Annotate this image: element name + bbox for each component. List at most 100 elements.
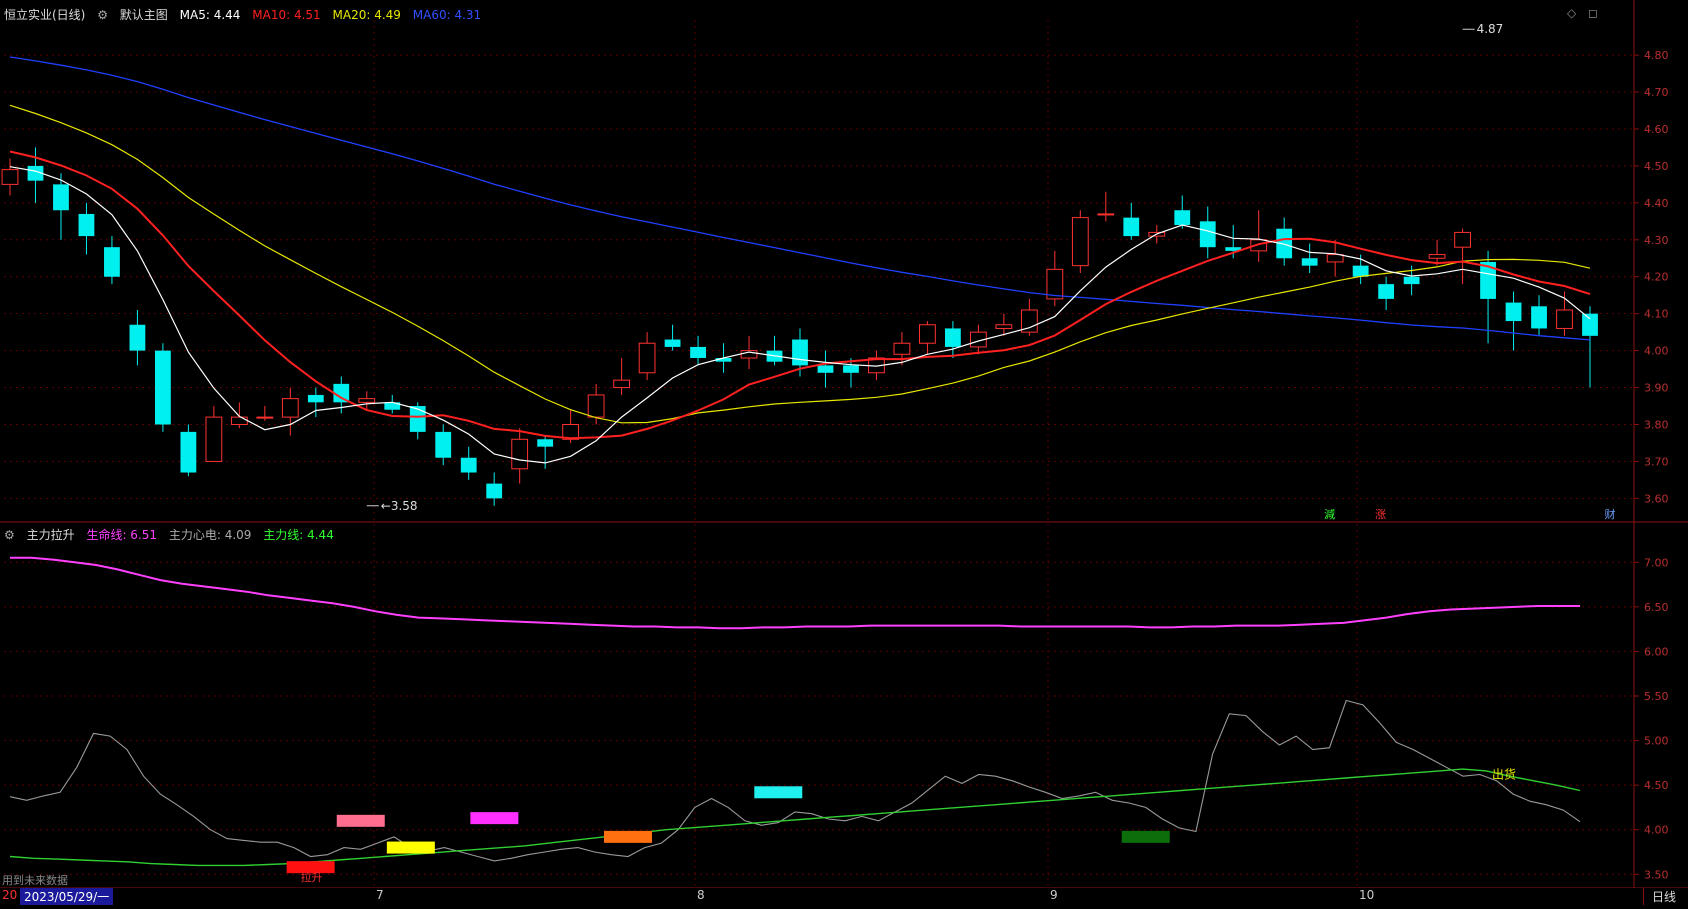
candle-body-down — [409, 406, 426, 432]
event-marker: 減 — [1324, 507, 1335, 521]
sub-tick-label: 4.00 — [1644, 824, 1669, 837]
signal-bar — [386, 841, 435, 854]
month-label-9: 9 — [1050, 888, 1058, 902]
candle-body-up — [205, 416, 223, 462]
candle-body-down — [945, 328, 961, 347]
candle-body-down — [307, 394, 324, 403]
candle-body-up — [1454, 231, 1471, 248]
signal-bar — [754, 786, 803, 799]
diamond-icon[interactable]: ◇ — [1567, 6, 1576, 20]
candle-body-down — [180, 431, 197, 473]
main-chart-label[interactable]: 默认主图 — [120, 8, 168, 22]
candle-body-up — [256, 416, 274, 419]
candle-body-down — [1378, 284, 1395, 299]
ma60-line — [9, 56, 1591, 341]
price-tick-label: 3.70 — [1644, 455, 1669, 468]
heartbeat-value: 主力心电: 4.09 — [168, 528, 252, 542]
month-label-8: 8 — [697, 888, 705, 902]
price-tick-label: 4.70 — [1644, 86, 1669, 99]
candle-body-down — [460, 457, 477, 473]
signal-bar-label: 拉升 — [301, 870, 323, 884]
candle-body-up — [919, 324, 936, 344]
sub-tick-label: 7.00 — [1644, 556, 1669, 569]
candle-body-up — [1071, 217, 1089, 267]
lifeline-value: 生命线: 6.51 — [86, 528, 158, 542]
price-tick-label: 3.90 — [1644, 382, 1669, 395]
sub-settings-gear-icon[interactable]: ⚙ — [4, 528, 15, 542]
time-axis: 20 2023/05/29/一 7 8 9 10 日线 — [0, 888, 1688, 905]
expand-icon[interactable]: ◻ — [1588, 6, 1598, 20]
candle-body-up — [511, 438, 529, 470]
candle-body-down — [690, 346, 706, 359]
ma20-value: MA20: 4.49 — [332, 8, 401, 22]
month-label-7: 7 — [376, 888, 384, 902]
sell-signal-label: 出货 — [1492, 766, 1516, 781]
ma5-value: MA5: 4.44 — [179, 8, 241, 22]
price-tick-label: 4.10 — [1644, 308, 1669, 321]
candle-body-down — [792, 339, 808, 366]
signal-bar — [336, 814, 385, 827]
candle-body-down — [1174, 210, 1191, 226]
candle-body-down — [1582, 313, 1598, 336]
period-tab[interactable]: 日线 — [1643, 888, 1676, 905]
candle-body-up — [613, 379, 631, 389]
candle-body-up — [230, 416, 248, 425]
ma60-value: MA60: 4.31 — [412, 8, 482, 22]
candle-body-down — [1531, 306, 1547, 329]
sub-tick-label: 6.50 — [1644, 601, 1669, 614]
price-tick-label: 4.30 — [1644, 234, 1669, 247]
candle-body-up — [358, 398, 376, 403]
future-data-note: 用到未来数据 — [2, 874, 68, 887]
ma10-value: MA10: 4.51 — [252, 8, 321, 22]
min-price-label: ←3.58 — [381, 499, 418, 513]
candle-body-down — [843, 365, 859, 373]
heartbeat-series — [9, 699, 1581, 862]
signal-bar — [470, 812, 519, 825]
price-tick-label: 4.40 — [1644, 197, 1669, 210]
candle-body-down — [1352, 265, 1369, 277]
sub-tick-label: 5.50 — [1644, 690, 1669, 703]
candle-body-up — [893, 342, 911, 355]
candle-body-down — [1301, 258, 1318, 266]
candle-body-up — [587, 394, 605, 418]
signal-bar — [1121, 830, 1170, 843]
lifeline-series — [10, 556, 1580, 630]
candle-body-down — [1123, 217, 1140, 237]
candle-body-down — [435, 431, 452, 458]
stock-chart[interactable]: 4.80 4.70 4.60 4.50 4.40 4.30 4.20 4.10 4.00 3.90… — [0, 0, 1688, 905]
sub-chart-header: ⚙ 主力拉升 生命线: 6.51 主力心电: 4.09 主力线: 4.44 — [4, 526, 342, 543]
price-tick-label: 4.20 — [1644, 271, 1669, 284]
candle-body-down — [104, 247, 120, 277]
event-marker: 财 — [1605, 507, 1616, 521]
price-tick-label: 3.80 — [1644, 418, 1669, 431]
candle-body-down — [1403, 276, 1420, 285]
sub-tick-label: 4.50 — [1644, 779, 1669, 792]
candle-body-up — [1556, 309, 1573, 329]
stock-title[interactable]: 恒立实业(日线) — [4, 8, 85, 22]
candle-body-down — [486, 483, 503, 499]
event-marker: 涨 — [1375, 508, 1386, 521]
sub-tick-label: 6.00 — [1644, 645, 1669, 658]
mainline-value: 主力线: 4.44 — [263, 528, 334, 542]
candle-body-up — [638, 342, 656, 374]
candle-body-up — [281, 398, 299, 418]
price-tick-label: 4.00 — [1644, 345, 1669, 358]
chart-canvas[interactable]: 4.80 4.70 4.60 4.50 4.40 4.30 4.20 4.10 4.00 3.90… — [0, 0, 1688, 905]
price-tick-label: 4.60 — [1644, 123, 1669, 136]
date-label[interactable]: 2023/05/29/一 — [20, 888, 114, 905]
candle-body-down — [78, 213, 95, 237]
candle-body-down — [537, 439, 554, 447]
candle-body-up — [1097, 213, 1115, 216]
sub-tick-label: 5.00 — [1644, 735, 1669, 748]
window-controls: ◇ ◻ — [1567, 6, 1606, 20]
price-tick-label: 4.80 — [1644, 49, 1669, 62]
signal-bar — [603, 830, 652, 843]
candle-body-up — [1326, 254, 1344, 263]
mainline-series — [9, 768, 1581, 867]
year-prefix: 20 — [2, 888, 18, 902]
candle-body-up — [995, 324, 1013, 329]
indicator-title[interactable]: 主力拉升 — [27, 528, 75, 542]
settings-gear-icon[interactable]: ⚙ — [97, 8, 108, 22]
month-label-10: 10 — [1359, 888, 1375, 902]
ma10-line — [9, 150, 1591, 440]
